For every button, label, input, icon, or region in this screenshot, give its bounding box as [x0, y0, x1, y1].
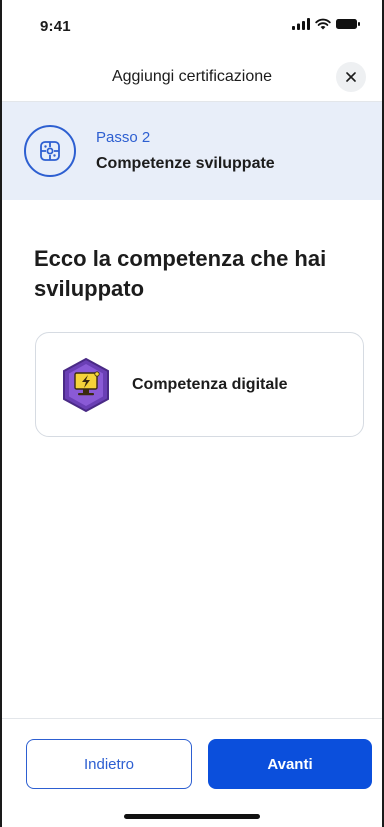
- step-icon-circle: [24, 125, 76, 177]
- wifi-icon: [315, 17, 331, 35]
- back-button[interactable]: Indietro: [26, 739, 192, 789]
- competence-card[interactable]: Competenza digitale: [35, 332, 364, 437]
- next-button[interactable]: Avanti: [208, 739, 372, 789]
- phone-screen: 9:41 Aggiungi certificazione Passo 2 Com…: [0, 0, 384, 827]
- step-name: Competenze sviluppate: [96, 155, 275, 172]
- close-icon: [346, 72, 356, 82]
- step-texts: Passo 2 Competenze sviluppate: [96, 129, 275, 173]
- header-title: Aggiungi certificazione: [111, 67, 273, 85]
- puzzle-icon: [40, 141, 60, 161]
- status-icons: [292, 17, 360, 35]
- digital-competence-badge-icon: [63, 357, 109, 412]
- footer-actions: Indietro Avanti: [2, 718, 382, 827]
- step-banner: Passo 2 Competenze sviluppate: [2, 102, 382, 200]
- status-bar: 9:41: [2, 0, 382, 52]
- close-button[interactable]: [336, 62, 366, 92]
- competence-label: Competenza digitale: [132, 375, 288, 393]
- page-title: Ecco la competenza che hai sviluppato: [34, 246, 327, 301]
- battery-icon: [336, 17, 360, 35]
- signal-icon: [292, 17, 310, 35]
- step-number-label: Passo 2: [96, 129, 151, 146]
- status-time: 9:41: [40, 17, 71, 35]
- home-indicator: [124, 814, 260, 819]
- modal-header: Aggiungi certificazione: [2, 52, 382, 102]
